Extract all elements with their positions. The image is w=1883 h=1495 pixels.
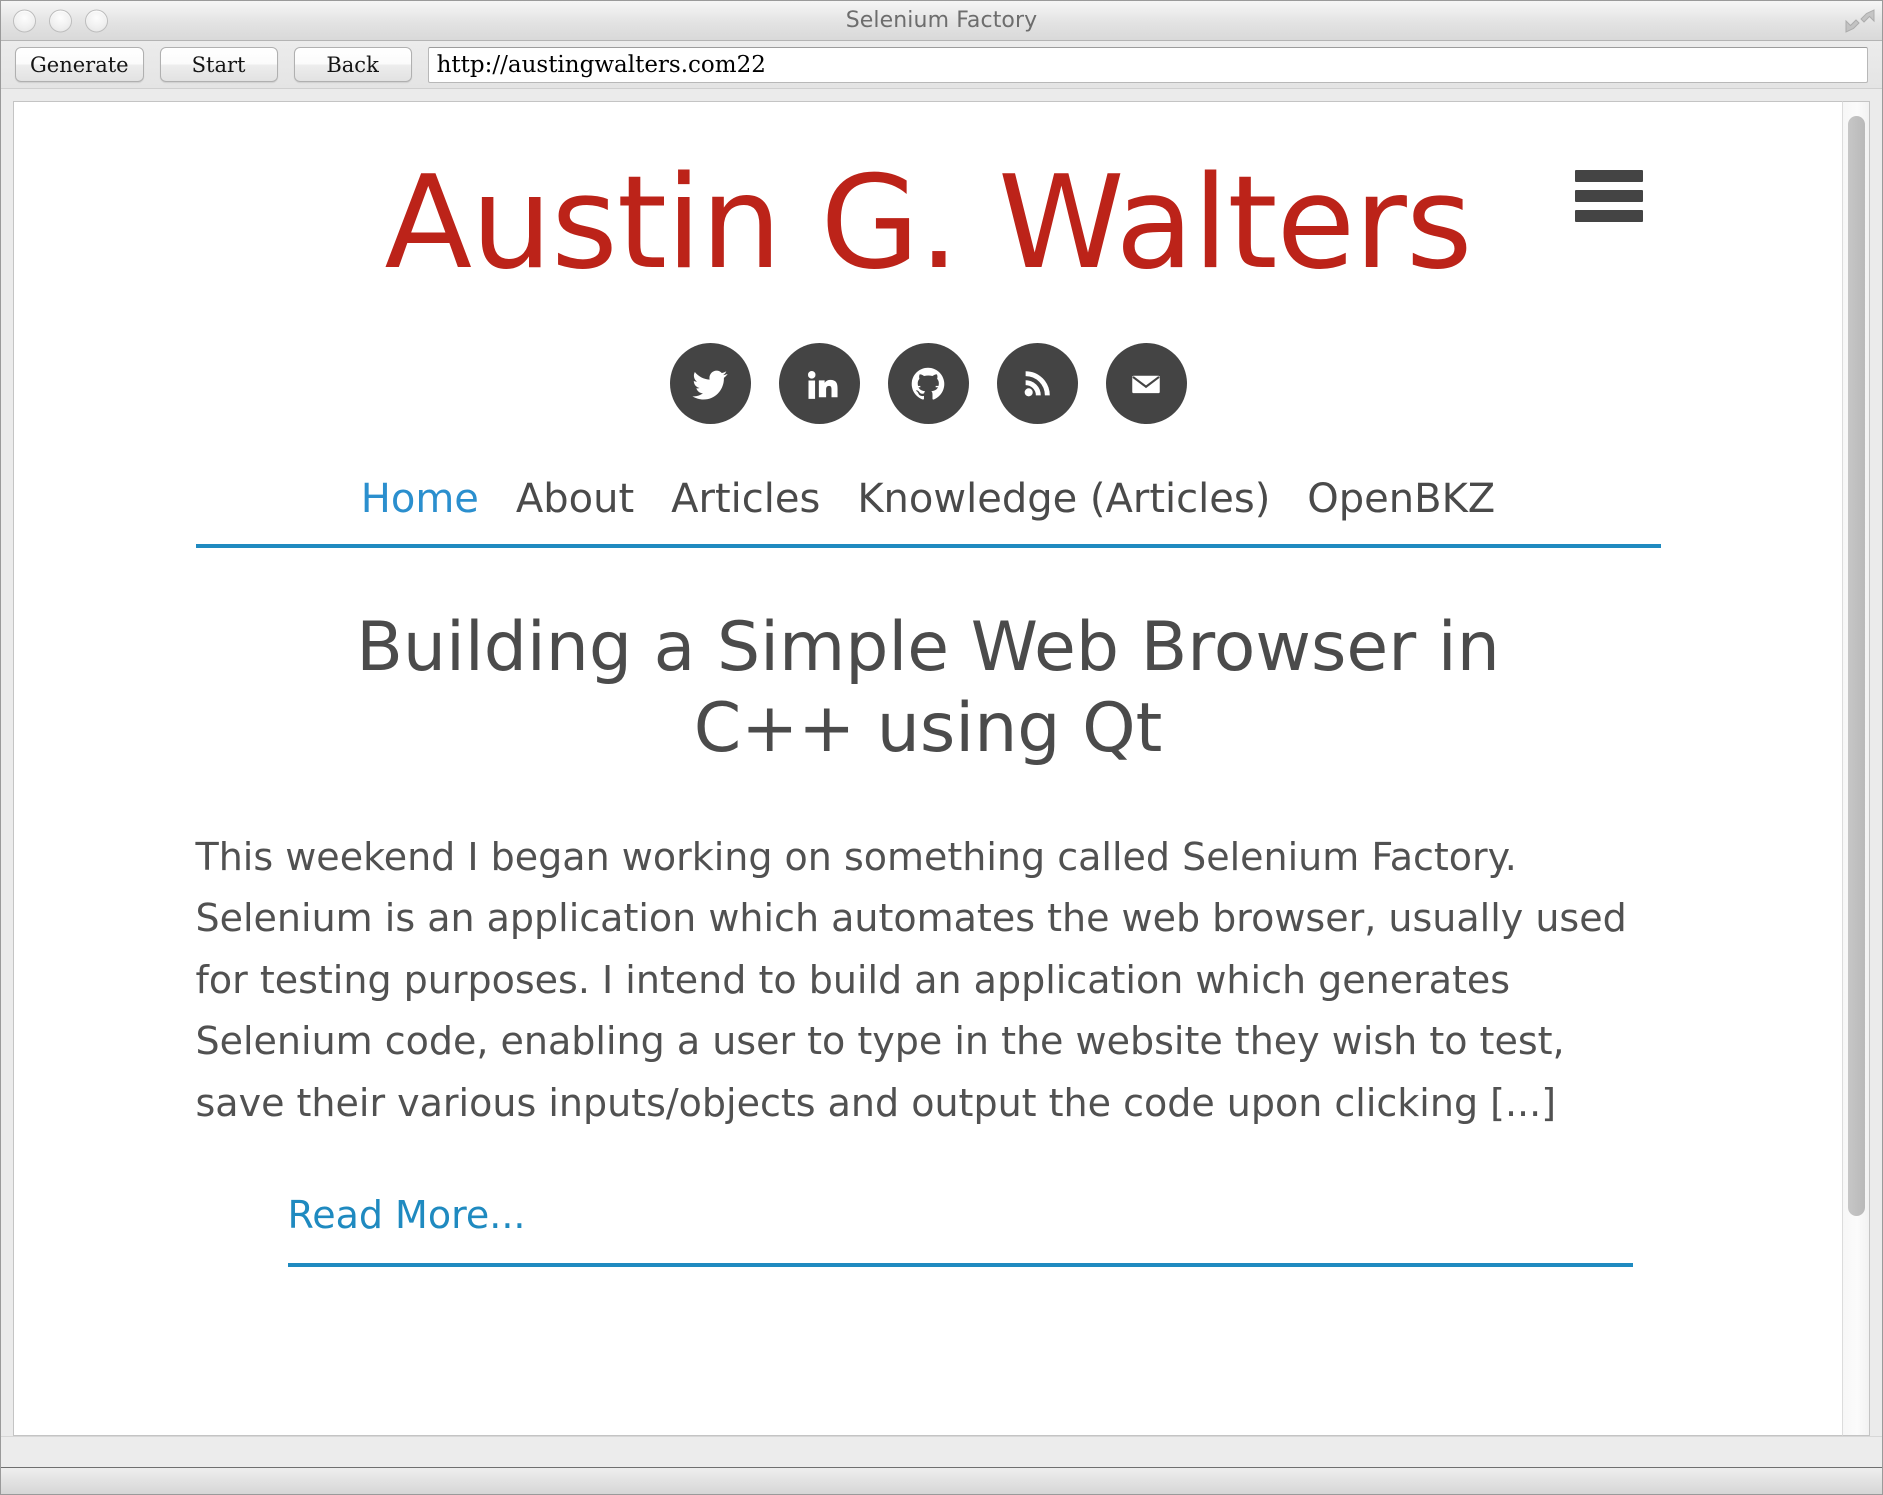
twitter-icon[interactable] [669,343,751,425]
back-button[interactable]: Back [293,47,412,82]
web-viewport[interactable]: Austin G. Walters Home About Articles Kn… [13,101,1842,1436]
hamburger-bar-1 [1574,170,1643,182]
social-links [196,343,1661,425]
nav-item-home[interactable]: Home [361,476,479,522]
article-excerpt: This weekend I began working on somethin… [195,834,1627,1126]
fullscreen-arrows-icon[interactable] [1844,6,1876,36]
generate-button[interactable]: Generate [15,47,144,82]
nav-item-knowledge[interactable]: Knowledge (Articles) [857,476,1270,522]
browser-window: Selenium Factory Generate Start Back htt… [0,0,1883,1495]
read-more-link[interactable]: Read More... [288,1193,526,1237]
article-title: Building a Simple Web Browser in C++ usi… [356,608,1500,768]
close-button[interactable] [13,9,36,32]
article-preview: Building a Simple Web Browser in C++ usi… [195,608,1661,1267]
web-page: Austin G. Walters Home About Articles Kn… [14,102,1842,1267]
email-icon[interactable] [1105,343,1187,425]
vertical-scrollbar[interactable] [1842,101,1870,1436]
hamburger-bar-2 [1574,190,1643,202]
url-input[interactable]: http://austingwalters.com22 [427,46,1868,83]
site-nav: Home About Articles Knowledge (Articles)… [196,476,1661,522]
linkedin-icon[interactable] [778,343,860,425]
scrollbar-thumb[interactable] [1848,116,1865,1216]
viewport-frame: Austin G. Walters Home About Articles Kn… [1,89,1882,1436]
nav-divider [195,544,1661,549]
page-container: Austin G. Walters Home About Articles Kn… [195,149,1661,1267]
title-bar: Selenium Factory [1,1,1882,41]
start-button[interactable]: Start [159,47,278,82]
rss-icon[interactable] [996,343,1078,425]
minimize-button[interactable] [49,9,72,32]
read-more-divider [287,1262,1633,1267]
github-icon[interactable] [887,343,969,425]
browser-toolbar: Generate Start Back http://austingwalter… [1,41,1882,89]
zoom-button[interactable] [85,9,108,32]
window-title: Selenium Factory [845,8,1038,33]
hamburger-bar-3 [1574,210,1643,222]
status-bar [1,1436,1882,1494]
read-more-container: Read More... [196,1193,1661,1267]
nav-item-articles[interactable]: Articles [671,476,820,522]
nav-item-openbkz[interactable]: OpenBKZ [1307,476,1495,522]
site-title: Austin G. Walters [384,149,1472,298]
nav-item-about[interactable]: About [516,476,634,522]
hamburger-menu-icon[interactable] [1574,170,1643,222]
window-resize-grip[interactable] [1,1468,1882,1494]
traffic-lights [13,9,108,32]
